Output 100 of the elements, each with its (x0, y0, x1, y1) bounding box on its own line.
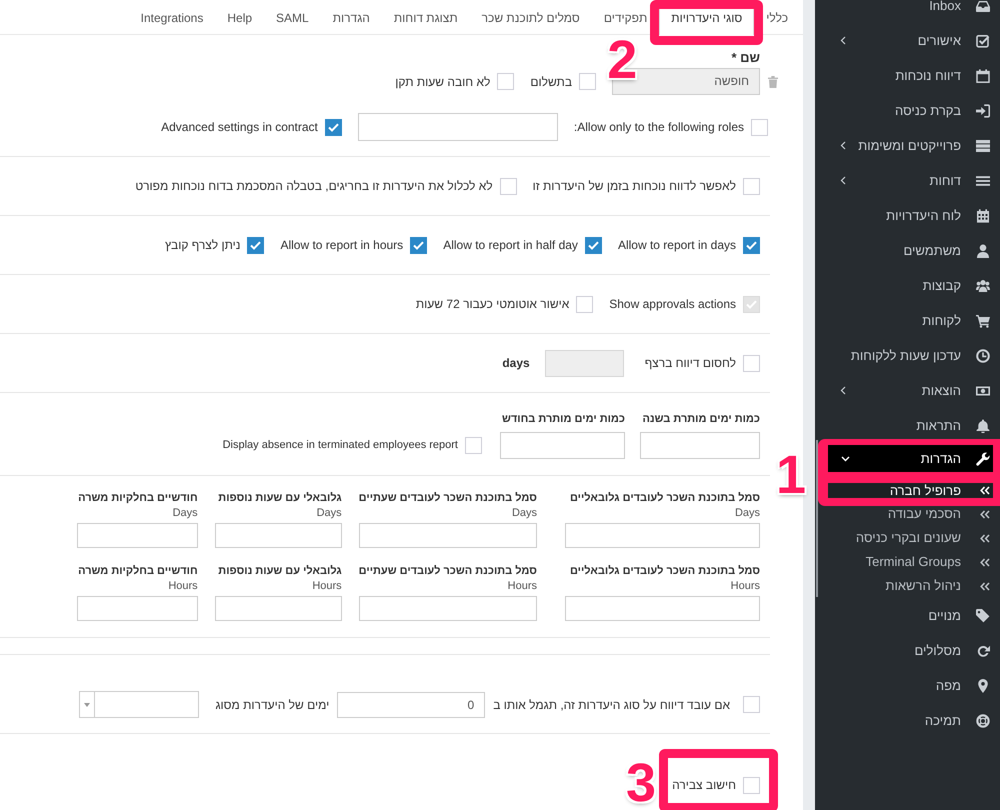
trash-icon (768, 76, 778, 88)
submenu-item[interactable]: ניהול הרשאות (815, 574, 1000, 598)
users-icon (976, 278, 990, 292)
checkbox[interactable] (576, 296, 594, 312)
checkbox[interactable] (324, 118, 342, 136)
unit-label: days (502, 355, 530, 372)
unit-label: Hours (730, 579, 760, 593)
checkmark-icon (250, 240, 262, 250)
sidebar-item[interactable]: דיווח נוכחות (815, 62, 1000, 89)
checkbox-label: לאפשר לדווח נוכחות בזמן של היעדרות זו (532, 178, 736, 195)
input-field[interactable] (358, 523, 537, 548)
input-field[interactable] (358, 596, 537, 621)
tab[interactable]: Help (215, 0, 264, 35)
sidebar-item[interactable]: מסלולים (815, 637, 1000, 664)
tab[interactable]: תפקידים (592, 0, 660, 35)
callout-number: 3 (626, 763, 656, 803)
input-field[interactable] (640, 432, 760, 459)
input-field[interactable] (214, 523, 342, 548)
tab[interactable]: SAML (264, 0, 321, 35)
sidebar-item[interactable]: אישורים (815, 27, 1000, 54)
checkbox[interactable] (743, 354, 760, 372)
field-label: סמל בתוכנת השכר לעובדים שעתיים (358, 491, 537, 506)
checkbox[interactable] (247, 236, 264, 254)
sidebar-item[interactable]: משתמשים (815, 237, 1000, 264)
scrollbar-thumb[interactable] (816, 440, 818, 597)
input-field[interactable] (76, 523, 198, 548)
sidebar-item[interactable]: בקרת כניסה (815, 97, 1000, 124)
sidebar-item[interactable]: Inbox (815, 0, 1000, 19)
sidebar-item[interactable]: הוצאות (815, 377, 1000, 404)
checkbox[interactable] (743, 236, 760, 254)
field-label: חודשיים בחלקיות משרה (78, 564, 198, 579)
tab[interactable]: תצוגת דוחות (382, 0, 470, 35)
checkbox-label: אם עובד דיווח על סוג היעדרות זה, תגמל אותו ב (493, 696, 730, 714)
sidebar-item[interactable]: התראות (815, 412, 1000, 439)
sidebar-item[interactable]: לוח היעדרויות (815, 202, 1000, 229)
field-label: סמל בתוכנת השכר לעובדים שעתיים (358, 564, 537, 579)
bell-icon (976, 418, 990, 432)
checkbox[interactable] (500, 178, 517, 194)
checkbox[interactable] (584, 236, 602, 254)
submenu-item[interactable]: Terminal Groups (815, 550, 1000, 574)
input-field[interactable] (565, 596, 760, 621)
tab[interactable]: Integrations (128, 0, 216, 35)
unit-label: Days (512, 506, 537, 520)
unit-label: Hours (508, 579, 537, 593)
double-chevron-icon (980, 486, 990, 495)
checkbox-label: לא לכלול את היעדרות זו בחריגים, בטבלה המסכמת בדוח נוכחות מפורט (135, 178, 493, 195)
sidebar-item[interactable]: דוחות (815, 167, 1000, 194)
sidebar-item[interactable]: לקוחות (815, 307, 1000, 334)
sidebar-item[interactable]: הגדרות (828, 445, 993, 472)
checkbox[interactable] (410, 236, 428, 254)
checkbox[interactable] (743, 776, 760, 794)
refresh-icon (976, 644, 990, 658)
submenu-item[interactable]: פרופיל חברה (828, 483, 993, 498)
input-field[interactable] (565, 523, 760, 548)
checkbox[interactable] (579, 73, 596, 90)
checkbox-label: Allow to report in half day (443, 237, 578, 254)
input-field[interactable] (214, 596, 342, 621)
tab[interactable]: סמלים לתוכנת שכר (470, 0, 592, 35)
double-chevron-icon (980, 558, 990, 566)
checkbox-label: לחסום דיווח ברצף (644, 355, 736, 372)
field-label: כמות ימים מותרת בשנה (642, 412, 760, 427)
map-pin-icon (976, 678, 990, 692)
dropdown[interactable] (79, 691, 200, 718)
unit-label: Hours (312, 579, 342, 593)
sidebar-item[interactable]: תמיכה (815, 707, 1000, 734)
checkbox-label: בתשלום (530, 74, 572, 90)
checkbox-label: Show approvals actions (609, 296, 736, 313)
field-label: סמל בתוכנת השכר לעובדים גלובאליים (570, 491, 760, 506)
submenu-item[interactable]: הסכמי עבודה (815, 502, 1000, 526)
checkmark-icon (588, 240, 599, 250)
checkbox[interactable] (743, 696, 760, 713)
sidebar-item[interactable]: פרוייקטים ומשימות (815, 132, 1000, 159)
checkbox-label: לא חובה שעות תקן (395, 74, 490, 90)
checkbox-label: Advanced settings in contract (161, 119, 318, 136)
tag-icon (976, 608, 990, 622)
clock-icon (976, 348, 990, 362)
sidebar-item[interactable]: עדכון שעות ללקוחות (815, 342, 1000, 369)
life-ring-icon (976, 714, 990, 728)
checkmark-icon (328, 122, 339, 132)
double-chevron-icon (980, 510, 990, 518)
checkbox[interactable] (751, 118, 768, 136)
checkbox[interactable] (465, 437, 482, 454)
input-field[interactable] (544, 350, 624, 376)
stacked-bars-icon (976, 138, 990, 152)
unit-label: Hours (168, 579, 198, 593)
input-field[interactable] (358, 113, 558, 141)
sidebar-item[interactable]: מנויים (815, 602, 1000, 629)
input-field[interactable] (500, 432, 625, 459)
sidebar-item[interactable]: מפה (815, 672, 1000, 699)
checkbox-label: Allow to report in hours (280, 237, 404, 254)
checkbox[interactable] (497, 73, 514, 90)
input-field[interactable] (76, 596, 198, 621)
double-chevron-icon (980, 582, 990, 590)
submenu-item[interactable]: שעונים ובקרי כניסה (815, 526, 1000, 550)
checkbox[interactable] (743, 178, 760, 194)
sidebar-item[interactable]: קבוצות (815, 272, 1000, 299)
checkbox-label: Allow only to the following roles: (574, 119, 744, 136)
tab[interactable]: כללי (754, 0, 800, 35)
tab[interactable]: הגדרות (320, 0, 382, 35)
number-input[interactable]: 0 (337, 692, 486, 718)
